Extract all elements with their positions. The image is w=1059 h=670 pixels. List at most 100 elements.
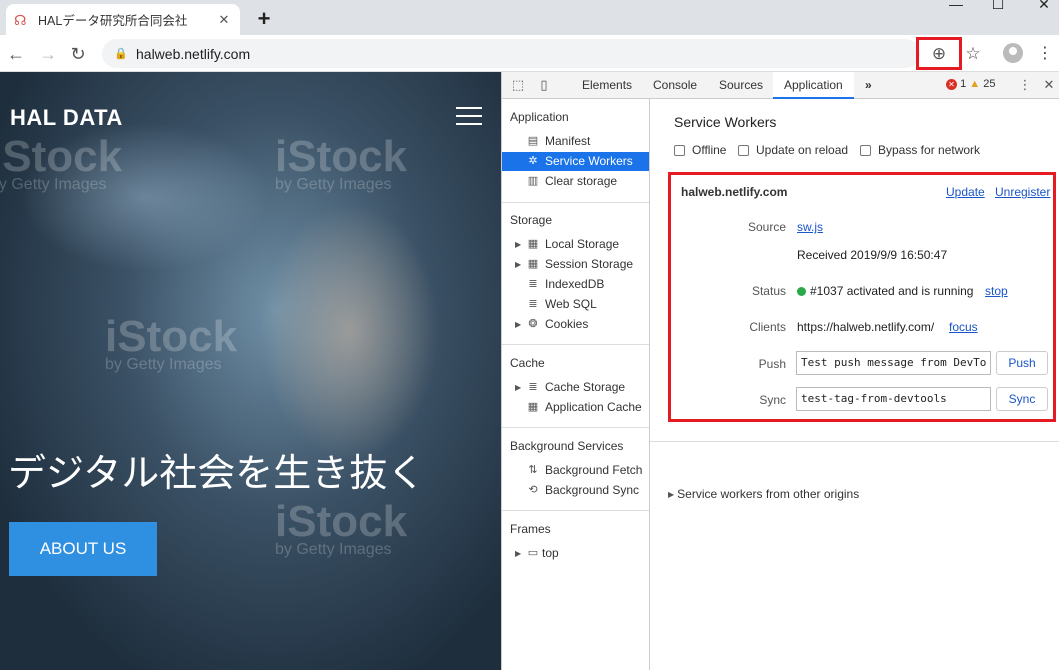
- address-bar[interactable]: 🔒 halweb.netlify.com: [102, 39, 920, 68]
- source-file-link[interactable]: sw.js: [797, 220, 823, 234]
- device-toolbar-icon[interactable]: ▯: [536, 77, 552, 93]
- tab-application[interactable]: Application: [773, 72, 854, 99]
- frame-icon: ▭: [527, 547, 539, 559]
- grid-icon: ▦: [527, 258, 539, 270]
- devtools-menu-icon[interactable]: ⋮: [1017, 77, 1033, 93]
- expand-arrow-icon[interactable]: ▶: [668, 490, 674, 499]
- bypass-for-network-checkbox[interactable]: Bypass for network: [860, 143, 980, 157]
- sidebar-item-application-cache[interactable]: ▦ Application Cache: [502, 398, 649, 417]
- checkbox-icon[interactable]: [738, 144, 749, 156]
- sidebar-item-frame-top[interactable]: ▶ ▭ top: [502, 544, 649, 563]
- issue-counters[interactable]: ✕ 1 ▲ 25: [946, 78, 995, 90]
- hamburger-menu-icon[interactable]: [456, 107, 482, 125]
- sync-tag-input[interactable]: test-tag-from-devtools: [796, 387, 991, 411]
- cookie-icon: ❂: [528, 318, 538, 330]
- back-icon[interactable]: ←: [5, 43, 27, 65]
- sidebar-item-cache-storage[interactable]: ▶ ≣ Cache Storage: [502, 378, 649, 397]
- error-icon: ✕: [946, 78, 957, 90]
- sidebar-item-manifest[interactable]: ▤ Manifest: [502, 132, 649, 151]
- expand-arrow-icon[interactable]: ▶: [515, 315, 521, 334]
- reload-icon[interactable]: ↻: [67, 43, 89, 65]
- sidebar-header-frames: Frames: [510, 522, 551, 536]
- sidebar-item-background-fetch[interactable]: ⇅ Background Fetch: [502, 461, 649, 480]
- forward-icon[interactable]: →: [37, 43, 59, 65]
- sidebar-item-clear-storage[interactable]: ▥ Clear storage: [502, 172, 649, 191]
- warning-count: 25: [983, 78, 996, 90]
- checkbox-icon[interactable]: [860, 144, 871, 156]
- other-origins-toggle[interactable]: ▶ Service workers from other origins: [668, 487, 859, 501]
- inspect-element-icon[interactable]: ⬚: [510, 77, 526, 93]
- divider: [502, 510, 649, 511]
- stop-link[interactable]: stop: [985, 284, 1008, 298]
- webpage-viewport: iStock by Getty Images iStock by Getty Ima…: [0, 72, 501, 670]
- sidebar-item-indexeddb[interactable]: ≣ IndexedDB: [502, 275, 649, 294]
- about-us-button[interactable]: ABOUT US: [9, 522, 157, 576]
- hero-background-figure: [260, 202, 440, 462]
- offline-checkbox[interactable]: Offline: [674, 143, 726, 157]
- devtools-tabbar: ⬚ ▯ Elements Console Sources Application…: [502, 72, 1059, 99]
- star-icon[interactable]: ☆: [962, 43, 984, 65]
- sync-button[interactable]: Sync: [996, 387, 1048, 411]
- maximize-icon[interactable]: ☐: [978, 0, 1018, 11]
- gear-icon: ✲: [528, 155, 538, 167]
- hero-heading: デジタル社会を生き抜く: [8, 453, 426, 495]
- divider: [502, 427, 649, 428]
- sidebar-item-local-storage[interactable]: ▶ ▦ Local Storage: [502, 235, 649, 254]
- divider: [650, 441, 1059, 442]
- sync-label: Sync: [759, 393, 786, 407]
- update-on-reload-checkbox[interactable]: Update on reload: [738, 143, 848, 157]
- tab-console[interactable]: Console: [642, 72, 708, 99]
- sidebar-item-cookies[interactable]: ▶ ❂ Cookies: [502, 315, 649, 334]
- sidebar-item-service-workers[interactable]: ✲ Service Workers: [502, 152, 649, 171]
- push-message-input[interactable]: Test push message from DevTo: [796, 351, 991, 375]
- sidebar-header-application: Application: [510, 110, 569, 124]
- status-text: #1037 activated and is running: [797, 284, 973, 298]
- lock-icon: 🔒: [114, 48, 128, 60]
- pane-title: Service Workers: [674, 114, 777, 130]
- sidebar-header-background-services: Background Services: [510, 439, 624, 453]
- tab-elements[interactable]: Elements: [571, 72, 643, 99]
- site-brand[interactable]: HAL DATA: [10, 105, 123, 131]
- database-icon: ≣: [528, 298, 538, 310]
- devtools-close-icon[interactable]: ✕: [1041, 77, 1057, 93]
- unregister-link[interactable]: Unregister: [995, 185, 1050, 199]
- tab-sources[interactable]: Sources: [708, 72, 774, 99]
- sidebar-header-cache: Cache: [510, 356, 545, 370]
- expand-arrow-icon[interactable]: ▶: [515, 544, 521, 563]
- profile-icon[interactable]: [1003, 43, 1023, 63]
- warning-icon: ▲: [969, 78, 981, 90]
- status-running-icon: [797, 287, 806, 296]
- menu-icon[interactable]: ⋮: [1036, 43, 1054, 65]
- install-app-icon[interactable]: ⊕: [916, 37, 962, 70]
- browser-tab[interactable]: ☊ HALデータ研究所合同会社 ✕: [6, 4, 240, 35]
- more-tabs-icon[interactable]: »: [854, 72, 883, 99]
- sidebar-item-web-sql[interactable]: ≣ Web SQL: [502, 295, 649, 314]
- grid-icon: ▦: [527, 401, 539, 413]
- push-label: Push: [758, 357, 786, 371]
- window-close-icon[interactable]: ✕: [1024, 0, 1059, 11]
- sidebar-item-session-storage[interactable]: ▶ ▦ Session Storage: [502, 255, 649, 274]
- expand-arrow-icon[interactable]: ▶: [515, 235, 521, 254]
- new-tab-icon[interactable]: +: [251, 6, 277, 32]
- tab-title: HALデータ研究所合同会社: [38, 14, 188, 28]
- watermark: iStock by Getty Images: [0, 132, 123, 193]
- browser-toolbar: ← → ↻ 🔒 halweb.netlify.com ⊕ ☆ ⋮: [0, 35, 1059, 72]
- grid-icon: ▦: [527, 238, 539, 250]
- divider: [502, 202, 649, 203]
- focus-link[interactable]: focus: [949, 320, 978, 334]
- application-sidebar: Application ▤ Manifest ✲ Service Workers ▥…: [502, 99, 650, 670]
- expand-arrow-icon[interactable]: ▶: [515, 378, 521, 397]
- devtools-panel: ⬚ ▯ Elements Console Sources Application…: [501, 72, 1059, 670]
- clients-url: https://halweb.netlify.com/: [797, 320, 935, 334]
- close-icon[interactable]: ✕: [216, 12, 232, 28]
- expand-arrow-icon[interactable]: ▶: [515, 255, 521, 274]
- update-link[interactable]: Update: [946, 185, 985, 199]
- sidebar-item-background-sync[interactable]: ⟲ Background Sync: [502, 481, 649, 500]
- sync-icon: ⟲: [528, 484, 538, 496]
- checkbox-icon[interactable]: [674, 144, 685, 156]
- minimize-icon[interactable]: —: [936, 0, 976, 11]
- watermark: iStock by Getty Images: [105, 312, 238, 373]
- service-workers-pane: Service Workers Offline Update on reload…: [650, 99, 1059, 670]
- push-button[interactable]: Push: [996, 351, 1048, 375]
- watermark: iStock by Getty Images: [275, 132, 408, 193]
